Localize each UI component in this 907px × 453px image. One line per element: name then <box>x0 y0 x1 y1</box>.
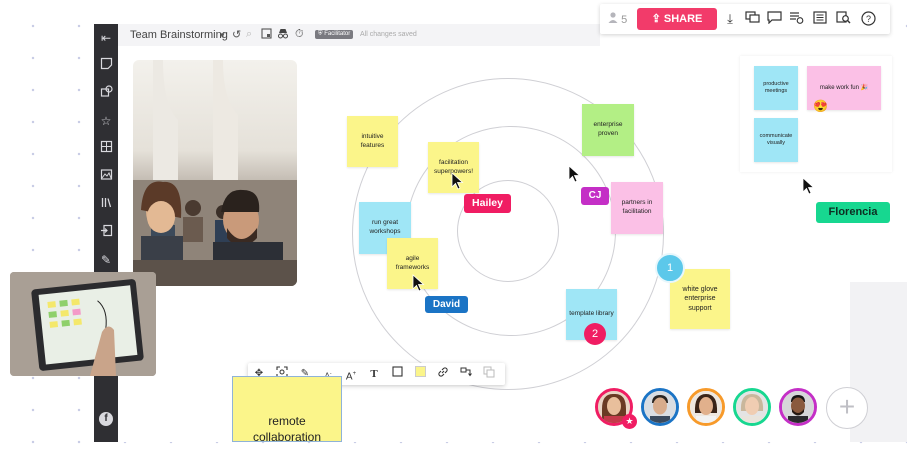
add-user-button[interactable]: + <box>826 387 868 429</box>
sticky-note[interactable]: enterprise proven <box>582 104 634 156</box>
save-status: All changes saved <box>360 31 417 38</box>
user-cursor-label: Florencia <box>816 202 890 223</box>
board-title[interactable]: Team Brainstorming <box>130 29 228 41</box>
shape-square-icon[interactable] <box>389 366 405 382</box>
facilitator-badge: ⛨ Facilitator <box>315 30 354 39</box>
number-badge[interactable]: 2 <box>584 323 606 345</box>
help-icon[interactable]: ? <box>859 11 877 29</box>
exit-icon[interactable]: ⇤ <box>98 30 114 46</box>
pen-icon[interactable]: ✎ <box>98 252 114 268</box>
upload-icon: ⇪ <box>651 13 661 25</box>
user-cursor-label: CJ <box>581 187 609 205</box>
grid-layout-icon[interactable] <box>98 140 114 156</box>
present-icon[interactable] <box>743 11 761 27</box>
user-cursor-label: Hailey <box>464 194 511 213</box>
user-icon <box>608 12 621 26</box>
search-icon[interactable] <box>834 11 852 27</box>
sticky-note[interactable]: partners in facilitation <box>611 182 663 234</box>
color-swatch-icon[interactable] <box>412 366 428 382</box>
sticky-note[interactable]: communicate visually <box>754 118 798 162</box>
sticky-note[interactable]: intuitive features <box>347 116 398 167</box>
frame-icon[interactable] <box>261 28 272 42</box>
download-icon[interactable]: ⤓ <box>721 11 739 27</box>
avatar[interactable] <box>641 388 679 426</box>
facebook-icon[interactable]: f <box>99 412 113 426</box>
link-icon[interactable] <box>435 366 451 382</box>
svg-text:?: ? <box>865 14 870 24</box>
sticky-note-selected[interactable]: remote collaboration <box>232 376 342 444</box>
avatar[interactable] <box>687 388 725 426</box>
cursor-pointer-icon <box>412 274 425 292</box>
team-photo[interactable] <box>133 60 297 286</box>
sticky-note[interactable]: productive meetings <box>754 66 798 110</box>
tablet-photo[interactable] <box>10 272 156 376</box>
shapes-icon[interactable] <box>98 85 114 101</box>
cursor-pointer-icon <box>451 172 464 190</box>
online-users[interactable]: 5 <box>608 12 627 26</box>
library-icon[interactable] <box>98 196 114 212</box>
share-button-label: SHARE <box>663 13 703 25</box>
duplicate-icon[interactable] <box>481 366 497 382</box>
shield-icon: ⛨ <box>318 31 323 37</box>
chevron-down-icon[interactable]: ▾ <box>220 30 225 41</box>
online-users-count: 5 <box>621 14 628 26</box>
sticky-note-icon[interactable] <box>98 57 114 73</box>
activity-icon[interactable] <box>787 11 805 27</box>
outline-list-icon[interactable] <box>811 11 829 27</box>
left-toolbar: ⇤ ☆ ✎ f <box>94 24 118 442</box>
facilitator-label: Facilitator <box>324 31 351 37</box>
connector-icon[interactable] <box>458 366 474 382</box>
board-top-bar: Team Brainstorming ▾ ↺ ⌕ ⏱ ⛨ Facilitator… <box>118 24 600 46</box>
zoom-icon[interactable]: ⌕ <box>246 28 252 41</box>
comment-icon[interactable] <box>765 11 783 27</box>
cursor-pointer-icon <box>568 165 581 183</box>
incognito-icon[interactable] <box>277 28 289 42</box>
undo-icon[interactable]: ↺ <box>232 28 241 41</box>
star-badge-icon: ★ <box>622 414 637 429</box>
cursor-pointer-icon <box>802 177 815 195</box>
timer-icon[interactable]: ⏱ <box>295 28 304 41</box>
text-icon[interactable]: T <box>366 366 382 382</box>
star-icon[interactable]: ☆ <box>98 113 114 129</box>
number-badge[interactable]: 1 <box>655 253 685 283</box>
avatar[interactable] <box>779 388 817 426</box>
heart-eyes-emoji-icon: 😍 <box>813 99 828 113</box>
import-icon[interactable] <box>98 224 114 240</box>
mini-board-frame[interactable]: productive meetings make work fun 🎉 comm… <box>740 56 892 172</box>
avatar[interactable] <box>733 388 771 426</box>
user-cursor-label: David <box>425 296 468 313</box>
image-icon[interactable] <box>98 168 114 184</box>
share-button[interactable]: ⇪ SHARE <box>637 8 717 30</box>
increase-font-icon[interactable]: A+ <box>343 366 359 382</box>
share-header: 5 ⇪ SHARE ⤓ ? <box>600 4 890 34</box>
